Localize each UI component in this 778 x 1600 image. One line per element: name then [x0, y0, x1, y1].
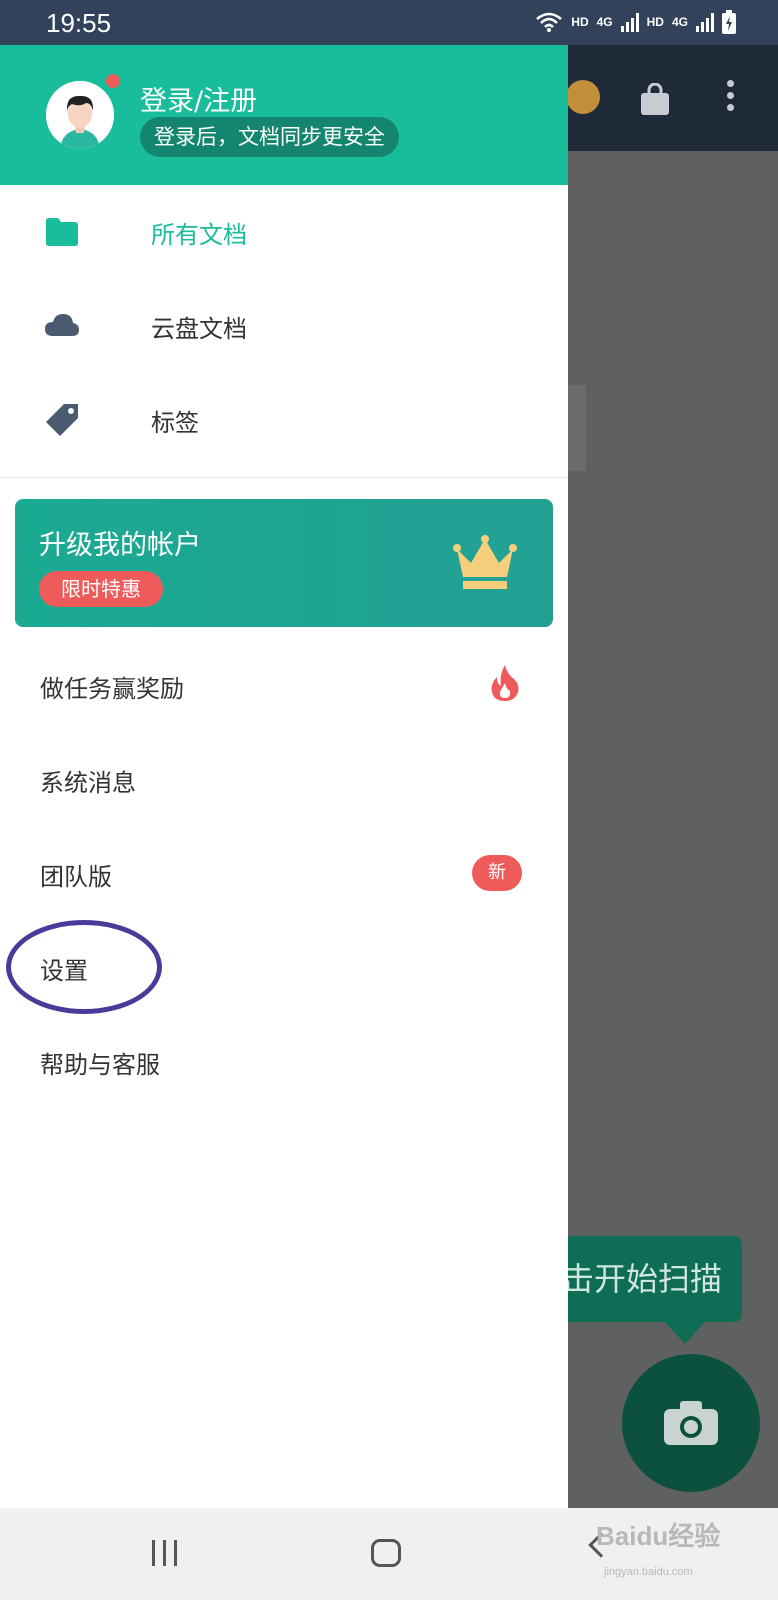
scan-tip-arrow — [665, 1322, 705, 1344]
upgrade-account-card[interactable]: 升级我的帐户 限时特惠 — [15, 499, 553, 627]
menu-item-help-support[interactable]: 帮助与客服 — [0, 1015, 568, 1109]
battery-icon — [722, 10, 736, 34]
menu-item-tasks-rewards[interactable]: 做任务赢奖励 — [0, 639, 568, 733]
status-icons: HD 4G HD 4G — [535, 10, 736, 34]
watermark: Baidu经验 — [596, 1521, 721, 1551]
annotation-circle — [6, 920, 162, 1014]
system-navigation-bar: Baidu经验 jingyan.baidu.com — [0, 1508, 778, 1600]
folder-icon — [46, 218, 78, 246]
shopping-bag-icon[interactable] — [641, 83, 669, 115]
upgrade-title: 升级我的帐户 — [39, 530, 201, 561]
watermark-url: jingyan.baidu.com — [604, 1566, 693, 1578]
scan-tip-bubble: 击开始扫描 — [556, 1236, 742, 1322]
login-register-link[interactable]: 登录/注册 — [140, 79, 257, 118]
crown-icon — [453, 535, 517, 589]
wifi-icon — [536, 12, 563, 32]
status-time: 19:55 — [46, 8, 112, 38]
menu-item-team-edition[interactable]: 团队版 新 — [0, 827, 568, 921]
home-button[interactable] — [371, 1539, 401, 1567]
menu-item-label: 系统消息 — [40, 769, 136, 797]
drawer-header[interactable]: 登录/注册 登录后，文档同步更安全 — [0, 45, 568, 185]
user-avatar-icon — [46, 81, 114, 149]
camera-scan-button[interactable] — [622, 1354, 760, 1492]
new-badge: 新 — [472, 855, 522, 891]
menu-item-system-messages[interactable]: 系统消息 — [0, 733, 568, 827]
network-label-1: 4G — [596, 15, 613, 29]
camera-icon — [664, 1401, 718, 1445]
signal-icon-2 — [696, 12, 714, 32]
menu-item-label: 做任务赢奖励 — [40, 675, 184, 703]
limited-offer-badge: 限时特惠 — [39, 571, 163, 607]
nav-item-label: 标签 — [151, 409, 199, 437]
cloud-icon — [45, 314, 79, 336]
menu-item-label: 帮助与客服 — [40, 1051, 160, 1079]
vip-crown-icon[interactable] — [566, 80, 600, 114]
nav-item-label: 云盘文档 — [151, 315, 247, 343]
nav-item-cloud-documents[interactable]: 云盘文档 — [0, 279, 568, 373]
status-bar: 19:55 HD 4G HD 4G — [0, 0, 778, 45]
recent-apps-button[interactable] — [152, 1540, 177, 1566]
tag-icon — [46, 404, 78, 436]
divider — [0, 477, 568, 478]
fire-icon — [491, 665, 519, 701]
nav-item-label: 所有文档 — [151, 221, 247, 249]
signal-icon — [620, 12, 639, 32]
menu-item-label: 团队版 — [40, 863, 112, 891]
nav-item-all-documents[interactable]: 所有文档 — [0, 185, 568, 279]
nav-item-tags[interactable]: 标签 — [0, 373, 568, 467]
notification-dot — [106, 74, 120, 88]
navigation-drawer: 登录/注册 登录后，文档同步更安全 所有文档 云盘文档 标签 升级我的帐户 限时… — [0, 45, 568, 1508]
network-label-2: 4G — [671, 15, 688, 29]
hd-label-2: HD — [646, 15, 664, 29]
more-options-icon[interactable] — [727, 80, 734, 111]
avatar[interactable] — [46, 81, 114, 149]
hd-label-1: HD — [571, 15, 589, 29]
login-subtitle: 登录后，文档同步更安全 — [140, 117, 399, 157]
